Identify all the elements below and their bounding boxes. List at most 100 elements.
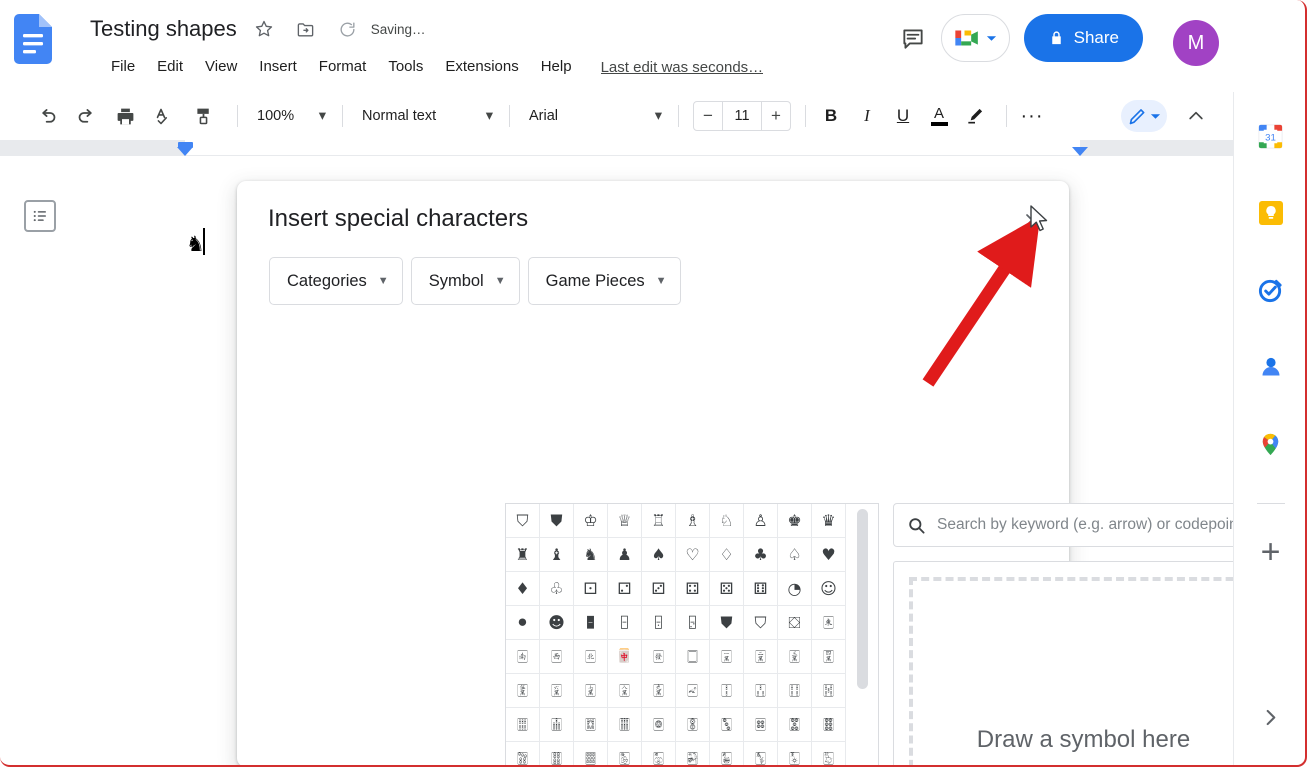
character-cell[interactable]: 🀜 (744, 708, 778, 742)
character-cell[interactable]: 🀏 (642, 674, 676, 708)
game-pieces-dropdown[interactable]: Game Pieces ▼ (527, 257, 681, 305)
character-cell[interactable]: ♢ (710, 538, 744, 572)
character-cell[interactable]: 🀐 (676, 674, 710, 708)
move-to-folder-icon[interactable] (289, 12, 323, 46)
character-cell[interactable]: 🀝 (778, 708, 812, 742)
character-cell[interactable]: 🀔 (812, 674, 846, 708)
character-cell[interactable]: ♖ (642, 504, 676, 538)
character-cell[interactable]: 🀆 (676, 640, 710, 674)
left-indent-marker[interactable] (177, 147, 193, 156)
character-cell[interactable]: ⛊ (540, 504, 574, 538)
character-cell[interactable]: 🀄 (608, 640, 642, 674)
menu-insert[interactable]: Insert (248, 54, 308, 80)
character-cell[interactable]: 🀧 (778, 742, 812, 767)
font-family-select[interactable]: Arial ▾ (520, 101, 668, 131)
redo-icon[interactable] (71, 101, 101, 131)
text-color-button[interactable]: A (924, 101, 954, 131)
character-cell[interactable]: 🀃 (574, 640, 608, 674)
search-box[interactable] (893, 503, 1274, 547)
character-cell[interactable]: 🀑 (710, 674, 744, 708)
doc-title[interactable]: Testing shapes (88, 14, 239, 44)
sidebar-item-tasks[interactable] (1249, 268, 1293, 312)
undo-icon[interactable] (32, 101, 62, 131)
decrease-font-size-button[interactable]: − (694, 102, 722, 130)
sidebar-item-maps[interactable] (1249, 422, 1293, 466)
character-cell[interactable]: ♔ (574, 504, 608, 538)
character-cell[interactable]: 🀞 (812, 708, 846, 742)
character-cell[interactable]: ♠ (642, 538, 676, 572)
character-cell[interactable]: ⛉ (744, 606, 778, 640)
character-cell[interactable]: ♤ (778, 538, 812, 572)
character-cell[interactable]: ⚀ (574, 572, 608, 606)
character-cell[interactable]: ♦ (506, 572, 540, 606)
categories-dropdown[interactable]: Categories ▼ (269, 257, 403, 305)
menu-extensions[interactable]: Extensions (434, 54, 529, 80)
paragraph-style-select[interactable]: Normal text ▾ (353, 101, 499, 131)
character-cell[interactable]: ♚ (778, 504, 812, 538)
character-cell[interactable]: 🀋 (506, 674, 540, 708)
character-cell[interactable]: 🁥 (676, 606, 710, 640)
editing-mode-button[interactable] (1121, 100, 1167, 132)
character-cell[interactable]: 🀥 (710, 742, 744, 767)
print-icon[interactable] (110, 101, 140, 131)
character-grid[interactable]: ⛉ ⛊ ♔ ♕ ♖ ♗ ♘ ♙ ♚ ♛ ♜ ♝ ♞ ♟ ♠ ♡ ♢ ♣ ♤ ♥ ♦ ♧ ⚀ ⚁ ⚂ ⚃ ⚄ ⚅ ◔ ☺ ⚫ ☻ 🁢 🁣 🁤 🁥 ⛊ ⛉ ⛋ 🀀… (506, 504, 846, 767)
character-cell[interactable]: 🀡 (574, 742, 608, 767)
character-cell[interactable]: ♙ (744, 504, 778, 538)
character-cell[interactable]: ♣ (744, 538, 778, 572)
google-meet-button[interactable] (940, 14, 1010, 62)
character-cell[interactable]: 🀇 (710, 640, 744, 674)
character-cell[interactable]: ⚃ (676, 572, 710, 606)
character-cell[interactable]: ♡ (676, 538, 710, 572)
character-cell[interactable]: 🀈 (744, 640, 778, 674)
zoom-select[interactable]: 100% ▾ (248, 101, 332, 131)
character-cell[interactable]: ⚅ (744, 572, 778, 606)
character-cell[interactable]: 🀕 (506, 708, 540, 742)
character-cell[interactable]: 🀚 (676, 708, 710, 742)
character-cell[interactable]: 🀖 (540, 708, 574, 742)
character-cell[interactable]: 🁤 (642, 606, 676, 640)
character-cell[interactable]: 🁢 (574, 606, 608, 640)
character-cell[interactable]: ♥ (812, 538, 846, 572)
menu-tools[interactable]: Tools (377, 54, 434, 80)
character-cell[interactable]: ♧ (540, 572, 574, 606)
character-cell[interactable]: 🀨 (812, 742, 846, 767)
document-outline-icon[interactable] (24, 200, 56, 232)
character-cell[interactable]: 🀓 (778, 674, 812, 708)
sidebar-item-keep[interactable] (1249, 191, 1293, 235)
star-icon[interactable] (247, 12, 281, 46)
right-indent-marker[interactable] (1072, 147, 1088, 156)
character-cell[interactable]: ☺ (812, 572, 846, 606)
character-cell[interactable]: 🀗 (574, 708, 608, 742)
character-cell[interactable]: 🀀 (812, 606, 846, 640)
character-cell[interactable]: 🀅 (642, 640, 676, 674)
character-cell[interactable]: ♟ (608, 538, 642, 572)
character-cell[interactable]: 🀍 (574, 674, 608, 708)
menu-file[interactable]: File (100, 54, 146, 80)
character-cell[interactable]: 🀉 (778, 640, 812, 674)
character-cell[interactable]: 🀟 (506, 742, 540, 767)
avatar[interactable]: M (1173, 20, 1219, 66)
sidebar-add-button[interactable]: + (1249, 530, 1293, 574)
character-cell[interactable]: ⛋ (778, 606, 812, 640)
character-cell[interactable]: 🀙 (642, 708, 676, 742)
character-cell[interactable]: ⚁ (608, 572, 642, 606)
share-button[interactable]: Share (1023, 14, 1143, 62)
font-size-input[interactable]: 11 (722, 102, 762, 130)
google-docs-logo[interactable] (14, 14, 52, 64)
draw-canvas[interactable]: Draw a symbol here (909, 577, 1258, 767)
scrollbar-thumb[interactable] (857, 509, 869, 689)
italic-button[interactable]: I (852, 101, 882, 131)
character-cell[interactable]: 🁣 (608, 606, 642, 640)
comment-history-button[interactable] (891, 16, 935, 60)
menu-view[interactable]: View (194, 54, 248, 80)
search-input[interactable] (937, 516, 1267, 534)
draw-symbol-area[interactable]: Draw a symbol here (893, 561, 1274, 767)
close-icon[interactable] (1015, 203, 1049, 237)
symbol-dropdown[interactable]: Symbol ▼ (410, 257, 520, 305)
spellcheck-icon[interactable] (149, 101, 179, 131)
menu-format[interactable]: Format (308, 54, 378, 80)
character-grid-scrollbar[interactable] (845, 504, 878, 767)
ruler[interactable] (0, 140, 1233, 156)
character-cell[interactable]: ♘ (710, 504, 744, 538)
character-cell[interactable]: ♗ (676, 504, 710, 538)
